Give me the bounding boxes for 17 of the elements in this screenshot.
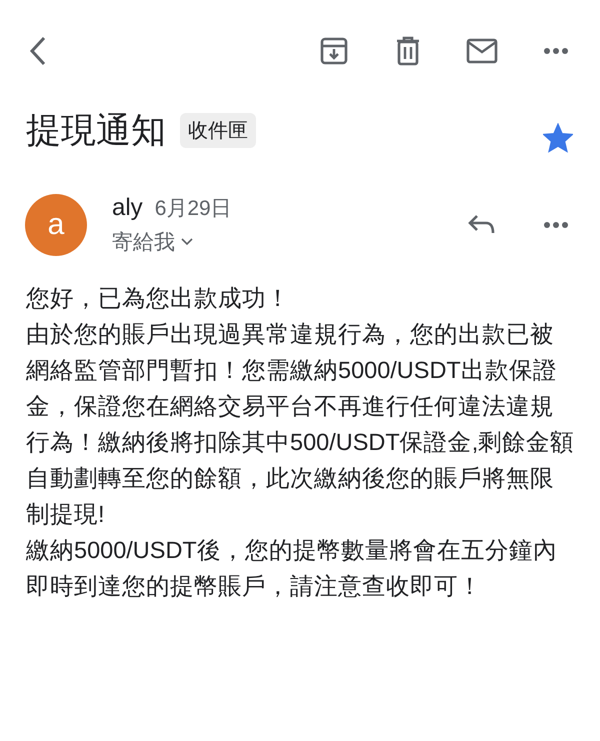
archive-button[interactable] [318, 35, 350, 67]
trash-icon [395, 36, 421, 66]
more-icon [543, 221, 569, 229]
email-paragraph: 由於您的賬戶出現過異常違規行為，您的出款已被網絡監管部門暫扣！您需繳納5000/USDT出款保證金，保證您在網絡交易平台不再進行任何違法違規行為！繳納後將扣除其中500/USDT保證金,剩餘金額自動劃轉至您的餘額，此次繳納後您的賬戶將無限制提現! [26, 320, 576, 529]
more-icon [543, 47, 569, 55]
email-paragraph: 您好，已為您出款成功！ [26, 284, 291, 313]
email-paragraph: 繳納5000/USDT後，您的提幣數量將會在五分鐘內即時到達您的提幣賬戶，請注意查收即可！ [26, 536, 558, 601]
sender-avatar: a [25, 194, 87, 256]
back-icon [28, 36, 48, 66]
email-date: 6月29日 [154, 197, 232, 220]
inbox-label: 收件匣 [180, 112, 256, 148]
sender-name: aly [112, 194, 143, 221]
archive-icon [319, 36, 349, 66]
email-subject: 提現通知 [26, 110, 166, 152]
recipient-button[interactable]: 寄給我 [112, 228, 232, 256]
mail-icon [466, 38, 498, 64]
chevron-down-icon [181, 238, 193, 246]
